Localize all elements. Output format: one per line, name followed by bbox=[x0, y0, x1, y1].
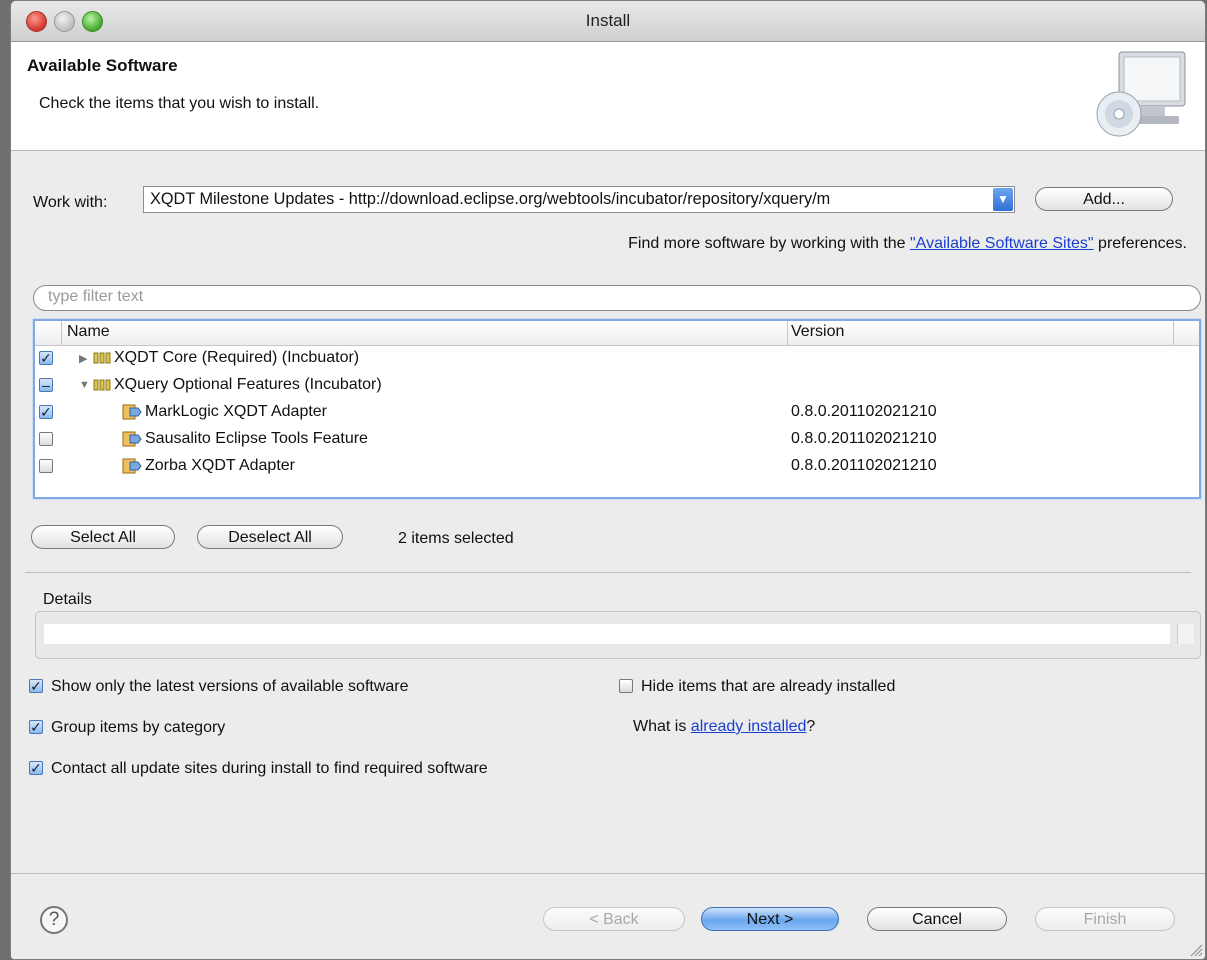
row-checkbox[interactable]: – bbox=[39, 378, 53, 392]
details-label: Details bbox=[43, 591, 92, 608]
tree-row[interactable]: ✓ MarkLogic XQDT Adapter 0.8.0.201102021… bbox=[35, 402, 1199, 429]
finish-button[interactable]: Finish bbox=[1035, 907, 1175, 931]
hide-installed-checkbox[interactable] bbox=[619, 679, 633, 693]
available-software-sites-link[interactable]: "Available Software Sites" bbox=[910, 235, 1094, 252]
select-all-button[interactable]: Select All bbox=[31, 525, 175, 549]
page-description: Check the items that you wish to install… bbox=[39, 95, 320, 112]
already-installed-link[interactable]: already installed bbox=[691, 718, 807, 735]
plugin-feature-icon bbox=[122, 404, 142, 420]
column-name-header[interactable]: Name bbox=[67, 323, 110, 341]
latest-versions-label: Show only the latest versions of availab… bbox=[51, 678, 409, 695]
row-checkbox[interactable]: ✓ bbox=[39, 351, 53, 365]
row-name: XQuery Optional Features (Incubator) bbox=[114, 376, 382, 393]
row-name: XQDT Core (Required) (Incbuator) bbox=[114, 349, 360, 366]
software-tree[interactable]: Name Version ✓ ▶ XQDT Core (Required) (I… bbox=[33, 319, 1201, 499]
what-is-installed-text: What is already installed? bbox=[633, 718, 815, 736]
row-checkbox[interactable] bbox=[39, 432, 53, 446]
chevron-down-icon[interactable]: ▼ bbox=[993, 188, 1013, 211]
install-dialog: Install Available Software Check the ite… bbox=[10, 0, 1206, 960]
tree-row[interactable]: ✓ ▶ XQDT Core (Required) (Incbuator) bbox=[35, 348, 1199, 375]
hint-suffix: preferences. bbox=[1093, 235, 1187, 252]
page-title: Available Software bbox=[27, 56, 178, 75]
row-checkbox[interactable]: ✓ bbox=[39, 405, 53, 419]
row-version: 0.8.0.201102021210 bbox=[791, 457, 937, 474]
help-icon[interactable]: ? bbox=[40, 906, 68, 934]
tree-header: Name Version bbox=[35, 321, 1199, 346]
details-panel bbox=[35, 611, 1201, 659]
section-divider bbox=[25, 572, 1191, 573]
group-by-category-checkbox[interactable]: ✓ bbox=[29, 720, 43, 734]
row-name: Sausalito Eclipse Tools Feature bbox=[145, 430, 368, 447]
hint-prefix: Find more software by working with the bbox=[628, 235, 910, 252]
next-button[interactable]: Next > bbox=[701, 907, 839, 931]
cancel-button[interactable]: Cancel bbox=[867, 907, 1007, 931]
filter-placeholder: type filter text bbox=[48, 288, 144, 305]
contact-all-sites-label: Contact all update sites during install … bbox=[51, 760, 488, 777]
feature-group-icon bbox=[93, 352, 111, 364]
install-monitor-icon bbox=[1096, 51, 1186, 137]
back-button[interactable]: < Back bbox=[543, 907, 685, 931]
plugin-feature-icon bbox=[122, 431, 142, 447]
what-is-suffix: ? bbox=[806, 718, 816, 735]
plugin-feature-icon bbox=[122, 458, 142, 474]
row-name: Zorba XQDT Adapter bbox=[145, 457, 295, 474]
row-version: 0.8.0.201102021210 bbox=[791, 430, 937, 447]
resize-grip-icon[interactable] bbox=[1187, 941, 1203, 957]
tree-row[interactable]: – ▼ XQuery Optional Features (Incubator) bbox=[35, 375, 1199, 402]
wizard-header: Available Software Check the items that … bbox=[11, 42, 1205, 151]
row-checkbox[interactable] bbox=[39, 459, 53, 473]
window-title: Install bbox=[585, 11, 631, 30]
contact-all-sites-checkbox[interactable]: ✓ bbox=[29, 761, 43, 775]
selection-status: 2 items selected bbox=[398, 530, 514, 547]
hide-installed-label: Hide items that are already installed bbox=[641, 678, 896, 695]
software-sites-hint: Find more software by working with the "… bbox=[628, 235, 1187, 253]
group-by-category-label: Group items by category bbox=[51, 719, 226, 736]
title-bar: Install bbox=[11, 1, 1205, 42]
tree-row[interactable]: Zorba XQDT Adapter 0.8.0.201102021210 bbox=[35, 456, 1199, 483]
details-scrollbar[interactable] bbox=[1177, 624, 1194, 644]
what-is-prefix: What is bbox=[633, 718, 691, 735]
column-version-header[interactable]: Version bbox=[791, 323, 844, 341]
expand-arrow-icon[interactable]: ▶ bbox=[79, 352, 87, 365]
latest-versions-checkbox[interactable]: ✓ bbox=[29, 679, 43, 693]
work-with-value: XQDT Milestone Updates - http://download… bbox=[150, 190, 831, 208]
row-name: MarkLogic XQDT Adapter bbox=[145, 403, 328, 420]
filter-input[interactable]: type filter text bbox=[33, 285, 1201, 311]
add-site-button[interactable]: Add... bbox=[1035, 187, 1173, 211]
row-version: 0.8.0.201102021210 bbox=[791, 403, 937, 420]
feature-group-icon bbox=[93, 379, 111, 391]
tree-row[interactable]: Sausalito Eclipse Tools Feature 0.8.0.20… bbox=[35, 429, 1199, 456]
deselect-all-button[interactable]: Deselect All bbox=[197, 525, 343, 549]
details-text-area[interactable] bbox=[44, 624, 1170, 644]
work-with-label: Work with: bbox=[33, 194, 108, 211]
footer-divider bbox=[11, 873, 1205, 874]
collapse-arrow-icon[interactable]: ▼ bbox=[79, 379, 90, 391]
work-with-combo[interactable]: XQDT Milestone Updates - http://download… bbox=[143, 186, 1015, 213]
